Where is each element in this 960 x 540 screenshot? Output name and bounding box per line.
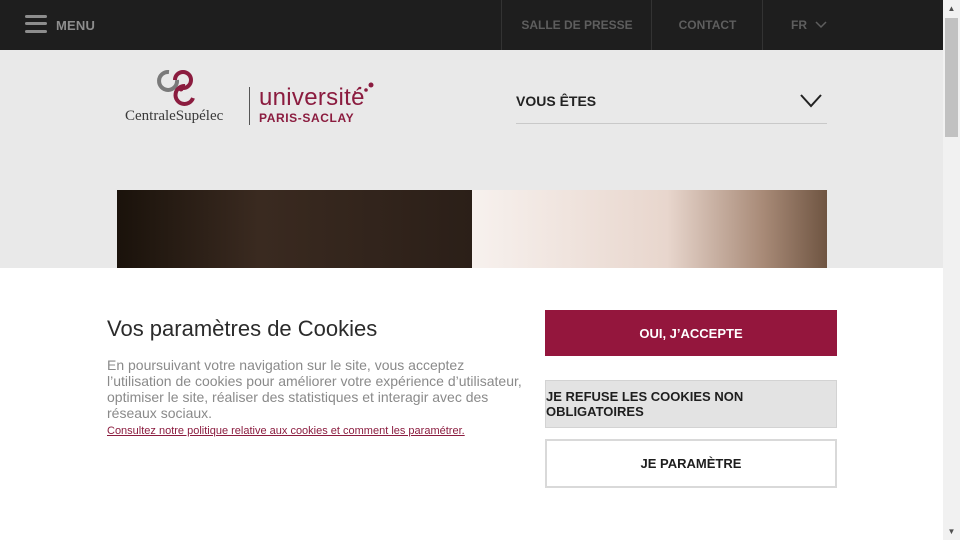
chevron-down-icon bbox=[815, 21, 827, 29]
saclay-dots-icon bbox=[354, 82, 374, 93]
logo-divider bbox=[249, 87, 250, 125]
menu-label: MENU bbox=[56, 18, 96, 33]
language-label: FR bbox=[791, 18, 807, 32]
hamburger-icon bbox=[25, 14, 47, 33]
menu-button[interactable]: MENU bbox=[25, 14, 95, 33]
centralesupelec-logo-icon bbox=[157, 69, 195, 106]
accept-cookies-button[interactable]: OUI, J’ACCEPTE bbox=[545, 310, 837, 356]
scroll-down-arrow-icon[interactable]: ▼ bbox=[943, 523, 960, 540]
cookie-title: Vos paramètres de Cookies bbox=[107, 316, 378, 341]
vertical-scrollbar[interactable]: ▲ ▼ bbox=[943, 0, 960, 540]
refuse-cookies-button[interactable]: JE REFUSE LES COOKIES NON OBLIGATOIRES bbox=[545, 380, 837, 428]
centralesupelec-wordmark: CentraleSupélec bbox=[125, 108, 224, 124]
hero-image-right bbox=[472, 190, 827, 268]
hero-image-left bbox=[117, 190, 472, 268]
cookie-banner: Vos paramètres de Cookies En poursuivant… bbox=[0, 268, 943, 540]
scrollbar-thumb[interactable] bbox=[945, 18, 958, 137]
scroll-up-arrow-icon[interactable]: ▲ bbox=[943, 0, 960, 17]
contact-link[interactable]: CONTACT bbox=[651, 0, 763, 50]
language-selector[interactable]: FR bbox=[762, 0, 943, 50]
cookie-policy-link[interactable]: Consultez notre politique relative aux c… bbox=[107, 425, 465, 437]
universite-wordmark: université bbox=[259, 84, 365, 111]
site-logo[interactable]: CentraleSupélec université PARIS-SACLAY bbox=[125, 68, 375, 128]
chevron-down-icon bbox=[800, 94, 822, 108]
vous-etes-label: VOUS ÊTES bbox=[516, 93, 597, 109]
press-room-link[interactable]: SALLE DE PRESSE bbox=[501, 0, 652, 50]
cookie-description: En poursuivant votre navigation sur le s… bbox=[107, 357, 522, 421]
cookie-settings-button[interactable]: JE PARAMÈTRE bbox=[545, 439, 837, 488]
vous-etes-dropdown[interactable]: VOUS ÊTES bbox=[516, 88, 827, 124]
top-navigation-bar: MENU SALLE DE PRESSE CONTACT FR bbox=[0, 0, 943, 50]
paris-saclay-wordmark: PARIS-SACLAY bbox=[259, 111, 355, 125]
